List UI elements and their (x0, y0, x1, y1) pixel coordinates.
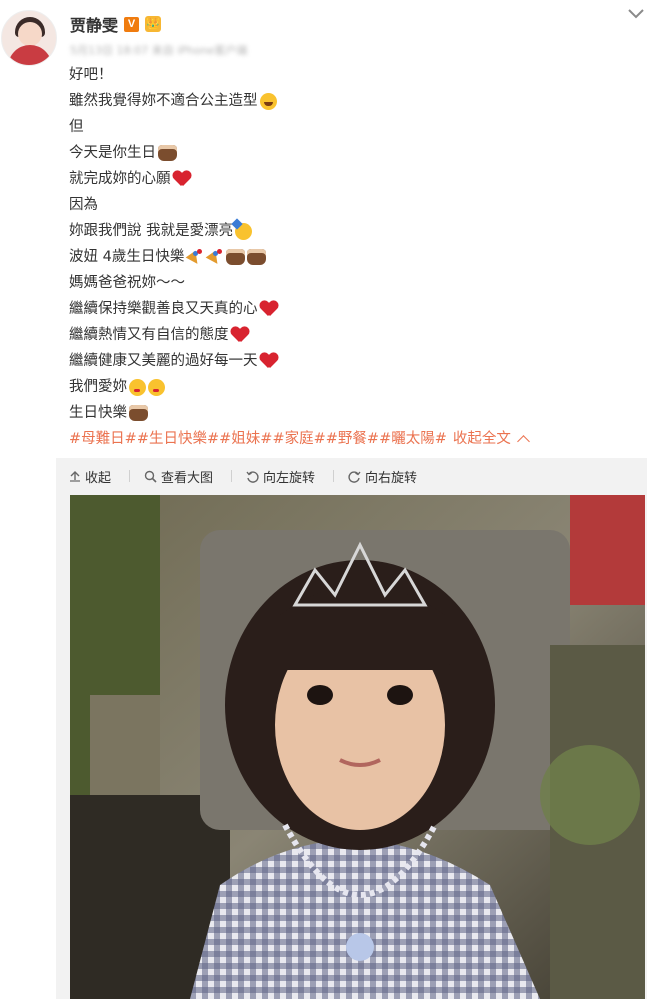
user-avatar[interactable] (1, 10, 57, 66)
content-line: 因為 (69, 197, 98, 213)
topic-link[interactable]: #家庭# (272, 426, 325, 452)
chevron-down-icon[interactable] (626, 6, 646, 22)
cake-emoji-icon (226, 249, 246, 265)
divider (333, 470, 335, 482)
rotate-left-label: 向左旋转 (263, 470, 316, 486)
post-photo[interactable] (70, 495, 645, 999)
content-line: 我們愛妳 (69, 374, 629, 400)
heart-emoji-icon (260, 353, 278, 369)
cake-emoji-icon (247, 249, 267, 265)
view-large-label: 查看大图 (161, 470, 214, 486)
collapse-label: 收起 (85, 470, 112, 486)
rotate-left-icon (246, 470, 259, 483)
content-line: 但 (69, 119, 84, 135)
heart-emoji-icon (173, 171, 191, 187)
verified-badge-icon[interactable]: V (124, 16, 140, 32)
content-line: 雖然我覺得妳不適合公主造型 (69, 88, 629, 114)
heart-emoji-icon (260, 301, 278, 317)
divider (231, 470, 233, 482)
media-toolbar: 收起 查看大图 向左旋转 向右旋转 (69, 466, 435, 486)
content-line: 繼續熱情又有自信的態度 (69, 322, 629, 348)
divider (129, 470, 131, 482)
heart-emoji-icon (231, 327, 249, 343)
party-popper-emoji-icon (186, 249, 204, 265)
rotate-right-button[interactable]: 向右旋转 (348, 467, 417, 486)
caret-up-icon[interactable] (517, 435, 530, 448)
topic-link[interactable]: #母難日# (69, 426, 137, 452)
laughing-emoji-icon (259, 92, 277, 110)
post-content: 好吧！ 雖然我覺得妳不適合公主造型 但 今天是你生日 就完成妳的心願 因為 妳跟… (69, 62, 629, 452)
topic-list: #母難日# #生日快樂# #姐妹# #家庭# #野餐# #曬太陽# 收起全文 (69, 426, 629, 452)
topic-link[interactable]: #曬太陽# (379, 426, 447, 452)
topic-link[interactable]: #姐妹# (219, 426, 272, 452)
magnifier-icon (144, 470, 157, 483)
cake-emoji-icon (129, 405, 148, 421)
content-line: 就完成妳的心願 (69, 166, 629, 192)
content-line: 媽媽爸爸祝妳～～ (69, 275, 185, 291)
party-face-emoji-icon (235, 222, 253, 240)
arrow-up-icon (70, 471, 80, 482)
content-line: 生日快樂 (69, 400, 629, 426)
cake-emoji-icon (158, 145, 177, 161)
content-line: 繼續健康又美麗的過好每一天 (69, 348, 629, 374)
topic-link[interactable]: #野餐# (326, 426, 379, 452)
rotate-right-label: 向右旋转 (365, 470, 418, 486)
post-author[interactable]: 贾静雯 V 👑 (70, 12, 162, 36)
kiss-emoji-icon (148, 378, 165, 396)
username-text[interactable]: 贾静雯 (70, 12, 118, 36)
rotate-left-button[interactable]: 向左旋转 (246, 467, 315, 486)
post-meta: 5月13日 18:07 来自 iPhone客户端 (70, 44, 248, 56)
content-line: 好吧！ (69, 67, 113, 83)
collapse-text-link[interactable]: 收起全文 (453, 426, 511, 452)
member-crown-icon[interactable]: 👑 (145, 16, 162, 32)
collapse-media-button[interactable]: 收起 (69, 467, 111, 486)
content-line: 繼續保持樂觀善良又天真的心 (69, 296, 629, 322)
rotate-right-icon (348, 470, 361, 483)
view-large-button[interactable]: 查看大图 (144, 467, 213, 486)
content-line: 波妞 4歲生日快樂 (69, 244, 629, 270)
party-popper-emoji-icon (206, 249, 224, 265)
content-line: 今天是你生日 (69, 140, 629, 166)
topic-link[interactable]: #生日快樂# (137, 426, 219, 452)
content-line: 妳跟我們說 我就是愛漂亮 (69, 218, 629, 244)
kiss-emoji-icon (129, 378, 146, 396)
